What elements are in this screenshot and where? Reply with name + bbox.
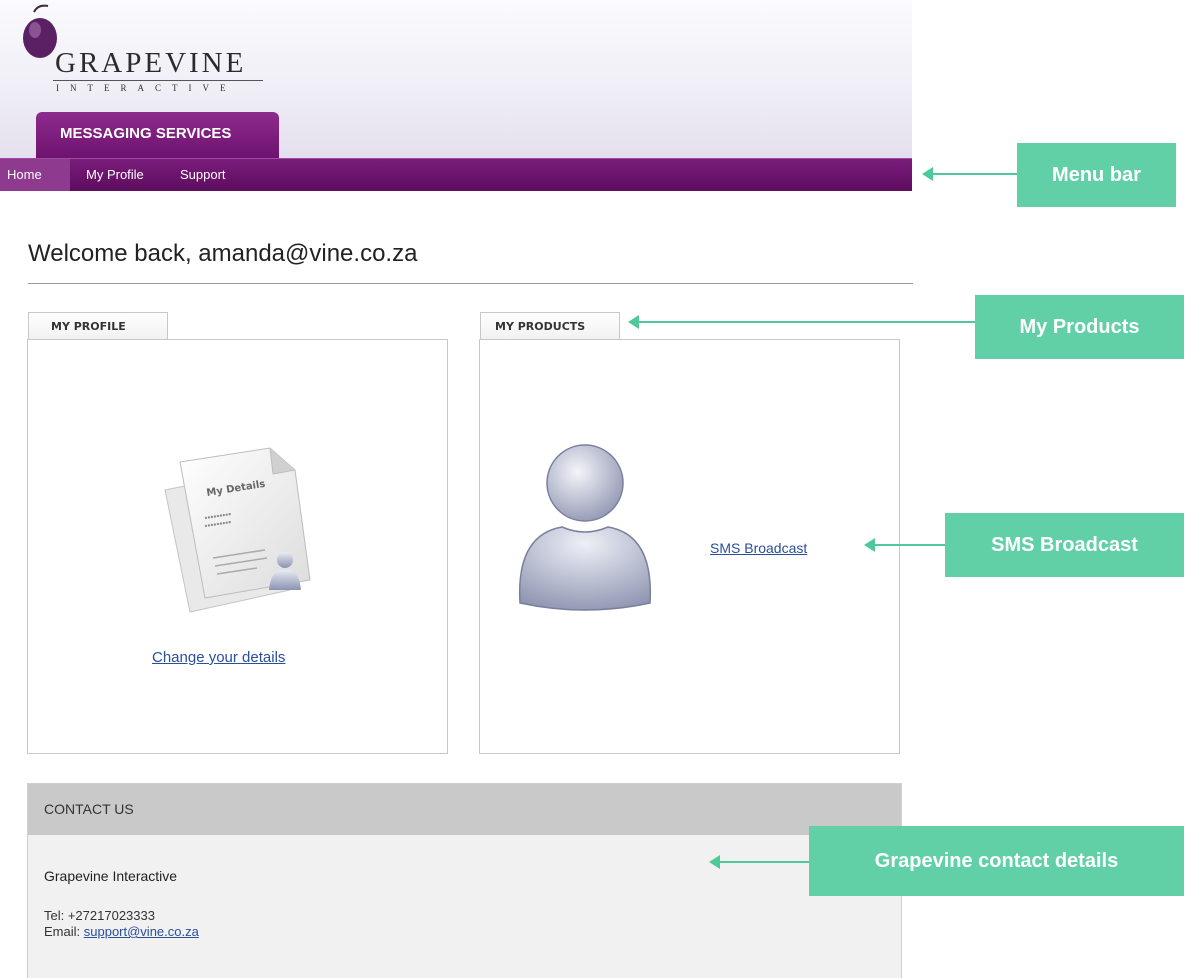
sms-broadcast-arrow-icon — [864, 538, 945, 552]
my-profile-panel: My Details Change your details — [27, 339, 448, 754]
my-products-arrow-icon — [628, 315, 975, 329]
messaging-services-tab[interactable]: MESSAGING SERVICES — [36, 112, 279, 158]
menu-item-my-profile[interactable]: My Profile — [86, 159, 144, 191]
welcome-heading: Welcome back, amanda@vine.co.za — [28, 240, 418, 267]
grape-logo-icon — [23, 4, 57, 58]
my-details-document-icon: My Details — [164, 447, 311, 613]
contact-email-row: Email: support@vine.co.za — [44, 924, 199, 939]
menu-item-home[interactable]: Home — [0, 159, 70, 191]
change-details-link[interactable]: Change your details — [152, 649, 285, 666]
user-silhouette-icon — [518, 444, 652, 611]
contact-us-box: CONTACT US Grapevine Interactive Tel: +2… — [27, 783, 902, 978]
contact-email-label: Email: — [44, 924, 81, 939]
menu-bar-arrow-icon — [922, 167, 1018, 181]
contact-us-heading: CONTACT US — [28, 784, 901, 835]
my-products-panel: SMS Broadcast — [479, 339, 900, 754]
logo-divider — [53, 80, 263, 81]
sms-broadcast-link[interactable]: SMS Broadcast — [710, 540, 807, 556]
contact-details-callout: Grapevine contact details — [809, 826, 1184, 896]
my-products-callout: My Products — [975, 295, 1184, 359]
contact-company-name: Grapevine Interactive — [44, 868, 178, 884]
site-header: GRAPEVINE INTERACTIVE MESSAGING SERVICES — [0, 0, 912, 158]
welcome-divider — [28, 283, 913, 284]
menu-item-support[interactable]: Support — [180, 159, 226, 191]
tab-my-profile[interactable]: MY PROFILE — [28, 312, 168, 340]
contact-details-arrow-icon — [709, 855, 809, 869]
menu-bar: Home My Profile Support — [0, 158, 912, 191]
sms-broadcast-callout: SMS Broadcast — [945, 513, 1184, 577]
contact-email-link[interactable]: support@vine.co.za — [84, 924, 199, 939]
tab-my-products[interactable]: MY PRODUCTS — [480, 312, 620, 340]
logo-wordmark: GRAPEVINE — [55, 47, 247, 79]
logo-subtitle: INTERACTIVE — [56, 83, 237, 93]
contact-telephone: Tel: +27217023333 — [44, 908, 155, 923]
menu-bar-callout: Menu bar — [1017, 143, 1176, 207]
